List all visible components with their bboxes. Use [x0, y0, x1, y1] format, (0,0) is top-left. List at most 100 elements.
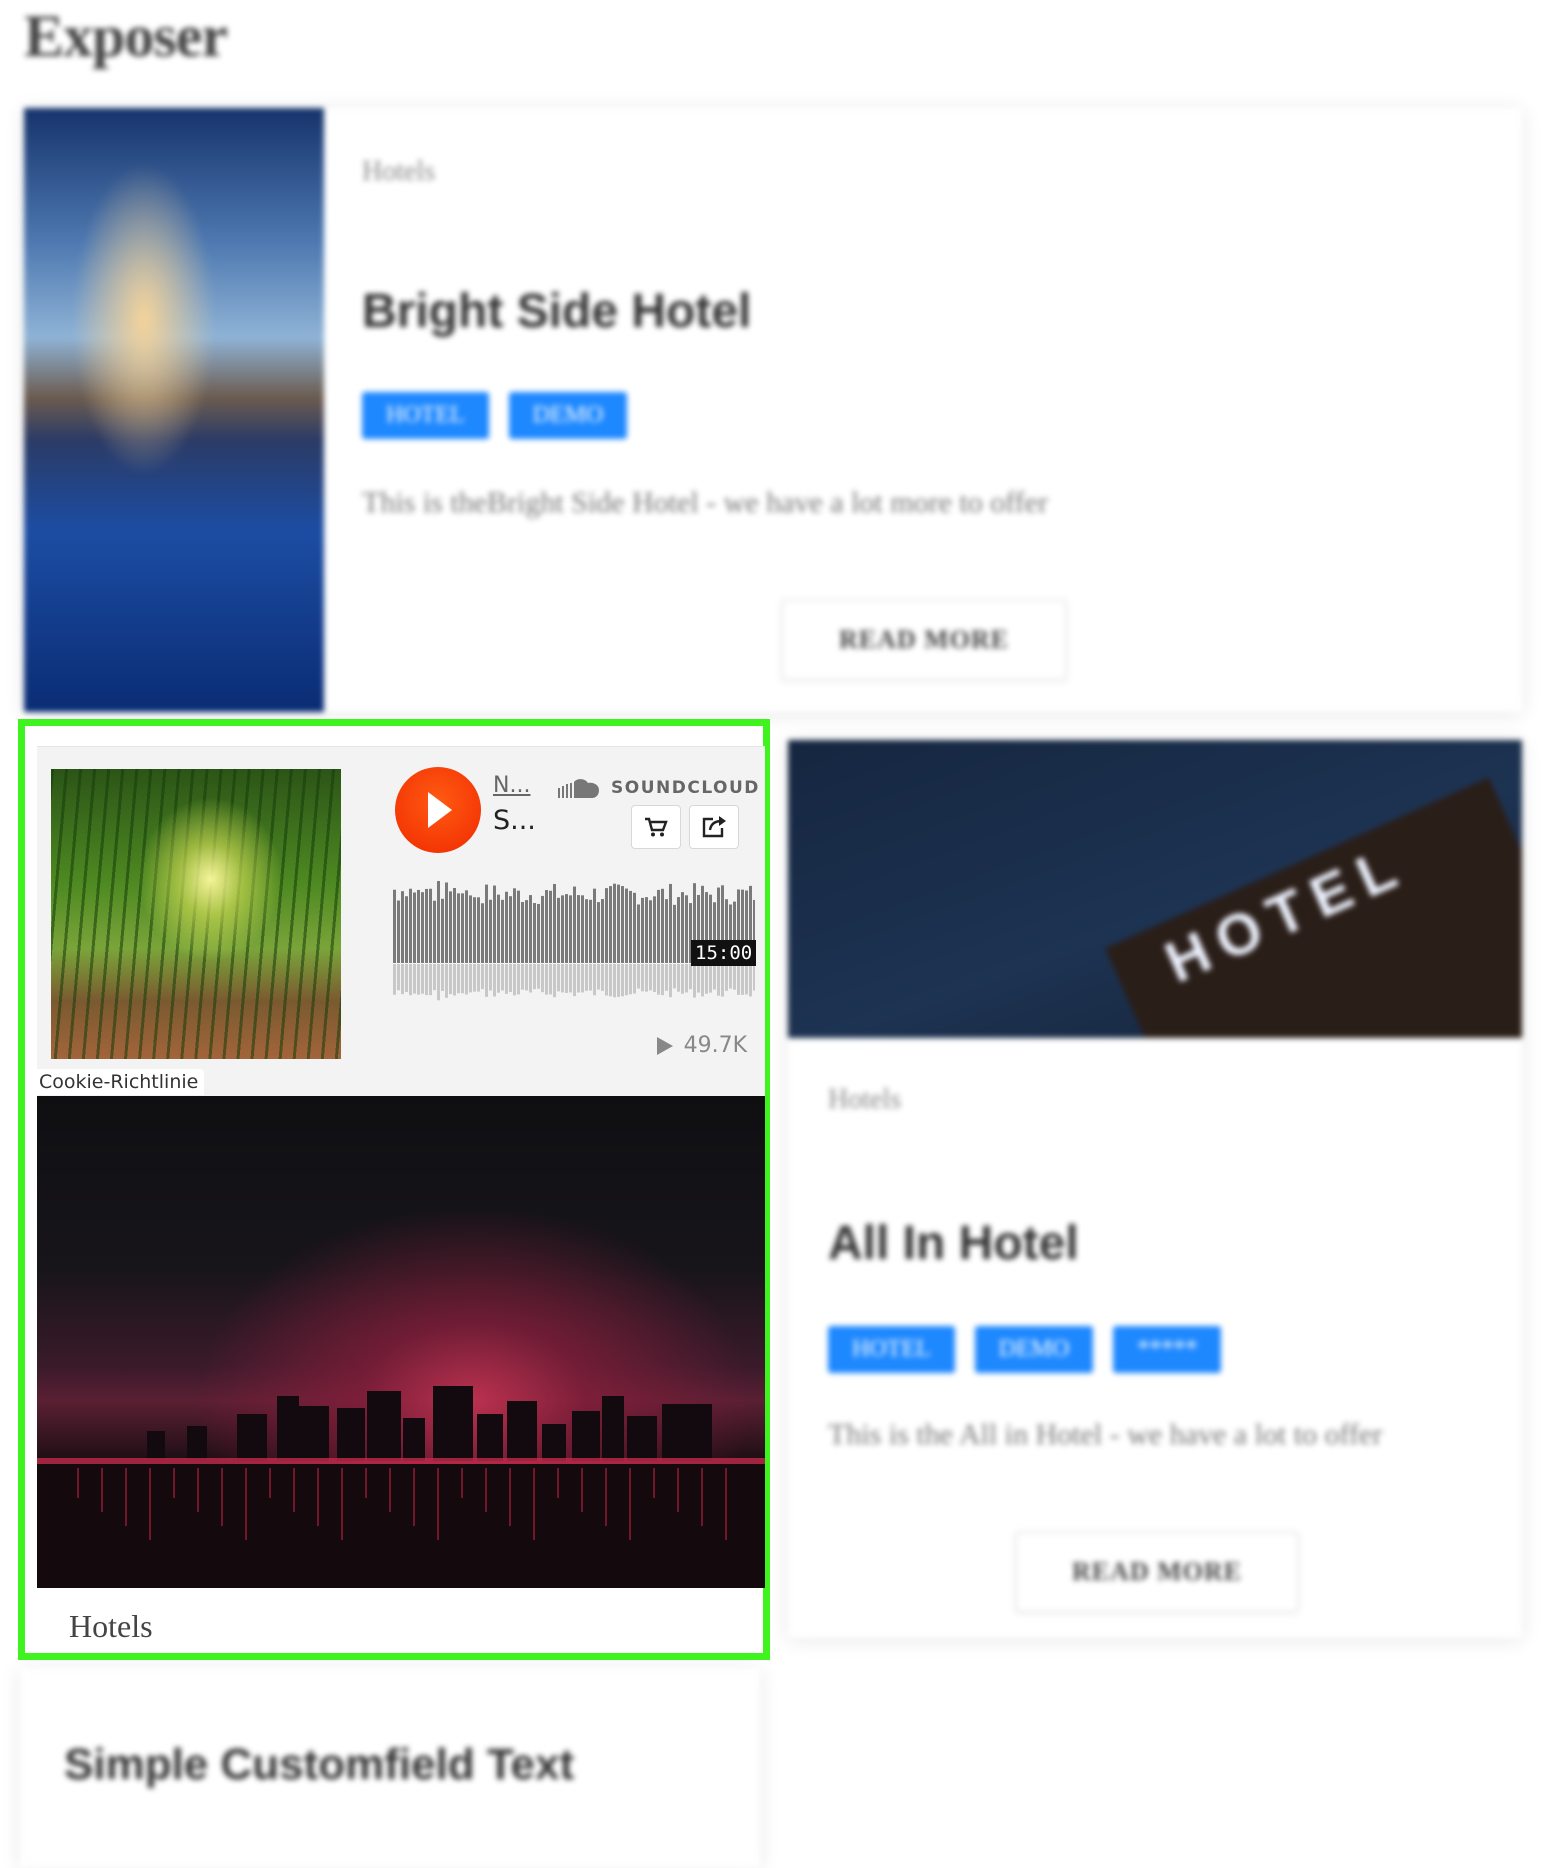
waveform-reflection-bar — [521, 964, 524, 990]
waveform-reflection-bar — [701, 964, 704, 997]
play-count: 49.7K — [656, 1033, 747, 1058]
waveform-bar — [489, 899, 492, 963]
waveform-bar — [533, 903, 536, 963]
waveform-reflection-bar — [581, 964, 584, 993]
waveform-reflection-bar — [441, 964, 444, 991]
waveform-bar — [397, 900, 400, 963]
post-category[interactable]: Hotels — [362, 156, 435, 188]
light-reflection — [173, 1468, 175, 1498]
waveform-bar — [505, 891, 508, 963]
skyline-building — [572, 1411, 600, 1461]
tag-demo[interactable]: DEMO — [974, 1326, 1094, 1373]
light-reflection — [317, 1468, 319, 1526]
skyline-building — [277, 1396, 299, 1461]
waveform-bar — [597, 902, 600, 963]
waveform-reflection-bar — [709, 964, 712, 993]
tag-stars[interactable]: ***** — [1113, 1326, 1222, 1373]
play-icon — [428, 792, 452, 828]
light-reflection — [725, 1468, 727, 1540]
track-title-link[interactable]: S... — [493, 805, 536, 836]
waveform-reflection-bar — [401, 964, 404, 995]
skyline-building — [299, 1406, 329, 1461]
waveform-reflection-bar — [733, 964, 736, 990]
waveform-bar — [465, 890, 468, 963]
light-reflection — [413, 1468, 415, 1526]
read-more-button[interactable]: READ MORE — [1016, 1532, 1298, 1612]
waveform-reflection-bar — [437, 964, 440, 1001]
track-artist-link[interactable]: N... — [493, 773, 530, 798]
soundcloud-logo[interactable]: SOUNDCLOUD — [557, 777, 760, 799]
waveform-bar — [449, 891, 452, 963]
light-reflection — [269, 1468, 271, 1498]
waveform-reflection-bar — [633, 964, 636, 994]
waveform-reflection-bar — [457, 964, 460, 994]
post-title[interactable]: Simple Customfield Text — [64, 1740, 574, 1790]
waveform-bar — [529, 895, 532, 963]
waveform-reflection-bar — [525, 964, 528, 991]
site-title: Exposer — [24, 3, 228, 69]
share-button[interactable] — [689, 805, 739, 849]
skyline-building — [147, 1431, 165, 1461]
tag-hotel[interactable]: HOTEL — [828, 1326, 955, 1373]
waveform-bar — [537, 903, 540, 963]
waveform-reflection-bar — [537, 964, 540, 989]
soundcloud-widget: Cookie-Richtlinie N... S... SOUNDCLOUD 1… — [37, 746, 765, 1097]
cart-icon — [645, 817, 668, 837]
waveform-reflection-bar — [689, 964, 692, 990]
post-card-simple-customfield: Simple Customfield Text — [20, 1668, 760, 1868]
waveform-reflection-bar — [621, 964, 624, 997]
post-category[interactable]: Hotels — [69, 1608, 153, 1645]
play-button[interactable] — [395, 767, 481, 853]
cookie-policy-link[interactable]: Cookie-Richtlinie — [37, 1069, 205, 1095]
waveform-reflection-bar — [729, 964, 732, 989]
post-thumbnail[interactable]: HOTEL — [788, 740, 1522, 1038]
waveform-reflection-bar — [549, 964, 552, 995]
waveform-bar — [437, 881, 440, 963]
waveform-reflection-bar — [657, 964, 660, 995]
skyline-building — [337, 1408, 365, 1461]
waveform-reflection-bar — [557, 964, 560, 992]
waveform-bar — [501, 899, 504, 963]
waveform-bar — [509, 896, 512, 963]
buy-button[interactable] — [631, 805, 681, 849]
post-thumbnail[interactable] — [24, 108, 324, 712]
waveform-reflection-bar — [469, 964, 472, 993]
light-reflection — [437, 1468, 439, 1540]
tag-hotel[interactable]: HOTEL — [362, 392, 489, 439]
waveform-bar — [417, 889, 420, 963]
waveform-bar — [565, 894, 568, 963]
waveform-bar — [409, 888, 412, 963]
waveform-bar — [585, 899, 588, 963]
post-excerpt: This is theBright Side Hotel - we have a… — [362, 486, 1048, 519]
city-skyline-illustration — [37, 1386, 765, 1588]
waveform-reflection-bar — [685, 964, 688, 993]
post-title[interactable]: Bright Side Hotel — [362, 284, 751, 339]
light-reflection — [533, 1468, 535, 1540]
waveform-reflection-bar — [677, 964, 680, 992]
waveform-reflection-bar — [461, 964, 464, 994]
read-more-button[interactable]: READ MORE — [782, 600, 1066, 680]
tag-demo[interactable]: DEMO — [508, 392, 628, 439]
waveform-reflection-bar — [465, 964, 468, 995]
waveform-reflection-bar — [513, 964, 516, 996]
waveform-reflection-bar — [477, 964, 480, 992]
skyline-building — [477, 1414, 503, 1461]
waveform-reflection-bar — [649, 964, 652, 991]
waveform-bar — [669, 883, 672, 963]
waveform-reflection-bar — [545, 964, 548, 995]
waveform-reflection-bar — [529, 964, 532, 993]
waveform-bar — [441, 898, 444, 963]
track-artwork[interactable] — [51, 769, 341, 1059]
waveform-bar — [637, 904, 640, 963]
waveform-bar — [633, 892, 636, 963]
post-title[interactable]: All In Hotel — [828, 1216, 1079, 1271]
post-image-city-skyline[interactable] — [37, 1096, 765, 1588]
waveform-reflection-bar — [625, 964, 628, 996]
post-category[interactable]: Hotels — [828, 1084, 901, 1116]
light-reflection — [365, 1468, 367, 1498]
light-reflection — [605, 1468, 607, 1526]
waveform-reflection-bar — [669, 964, 672, 998]
light-reflection — [245, 1468, 247, 1540]
waveform-reflection-bar — [629, 964, 632, 995]
light-reflection — [221, 1468, 223, 1526]
